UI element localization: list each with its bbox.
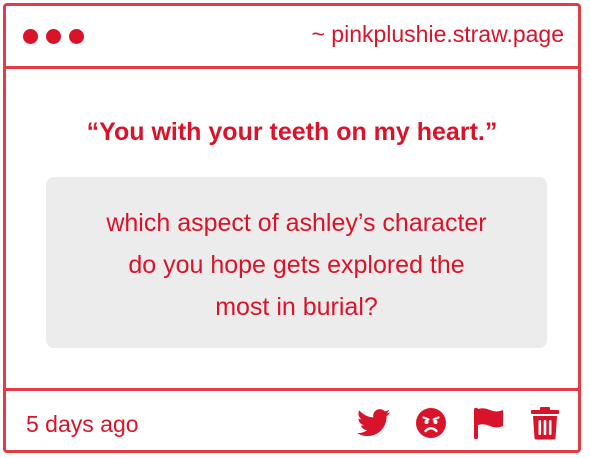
timestamp: 5 days ago <box>26 411 139 437</box>
twitter-icon <box>357 409 391 437</box>
card-footer: 5 days ago <box>6 388 578 450</box>
site-link[interactable]: ~ pinkplushie.straw.page <box>311 21 564 48</box>
action-bar <box>356 405 563 441</box>
react-angry-button[interactable] <box>413 405 449 441</box>
ask-card: ~ pinkplushie.straw.page “You with your … <box>3 3 581 453</box>
share-twitter-button[interactable] <box>356 405 392 441</box>
report-button[interactable] <box>470 405 506 441</box>
window-titlebar: ~ pinkplushie.straw.page <box>6 6 578 69</box>
question-box: which aspect of ashley’s character do yo… <box>46 177 547 348</box>
quote-title: “You with your teeth on my heart.” <box>86 118 498 146</box>
window-dot-1 <box>23 29 38 44</box>
delete-button[interactable] <box>527 405 563 441</box>
angry-face-icon <box>416 408 446 438</box>
window-dot-3 <box>69 29 84 44</box>
question-line-3: most in burial? <box>215 293 378 321</box>
window-dots <box>23 29 84 44</box>
question-line-2: do you hope gets explored the <box>128 251 465 279</box>
question-line-1: which aspect of ashley’s character <box>106 209 487 237</box>
trash-icon <box>531 407 559 440</box>
flag-icon <box>474 408 503 439</box>
window-dot-2 <box>46 29 61 44</box>
